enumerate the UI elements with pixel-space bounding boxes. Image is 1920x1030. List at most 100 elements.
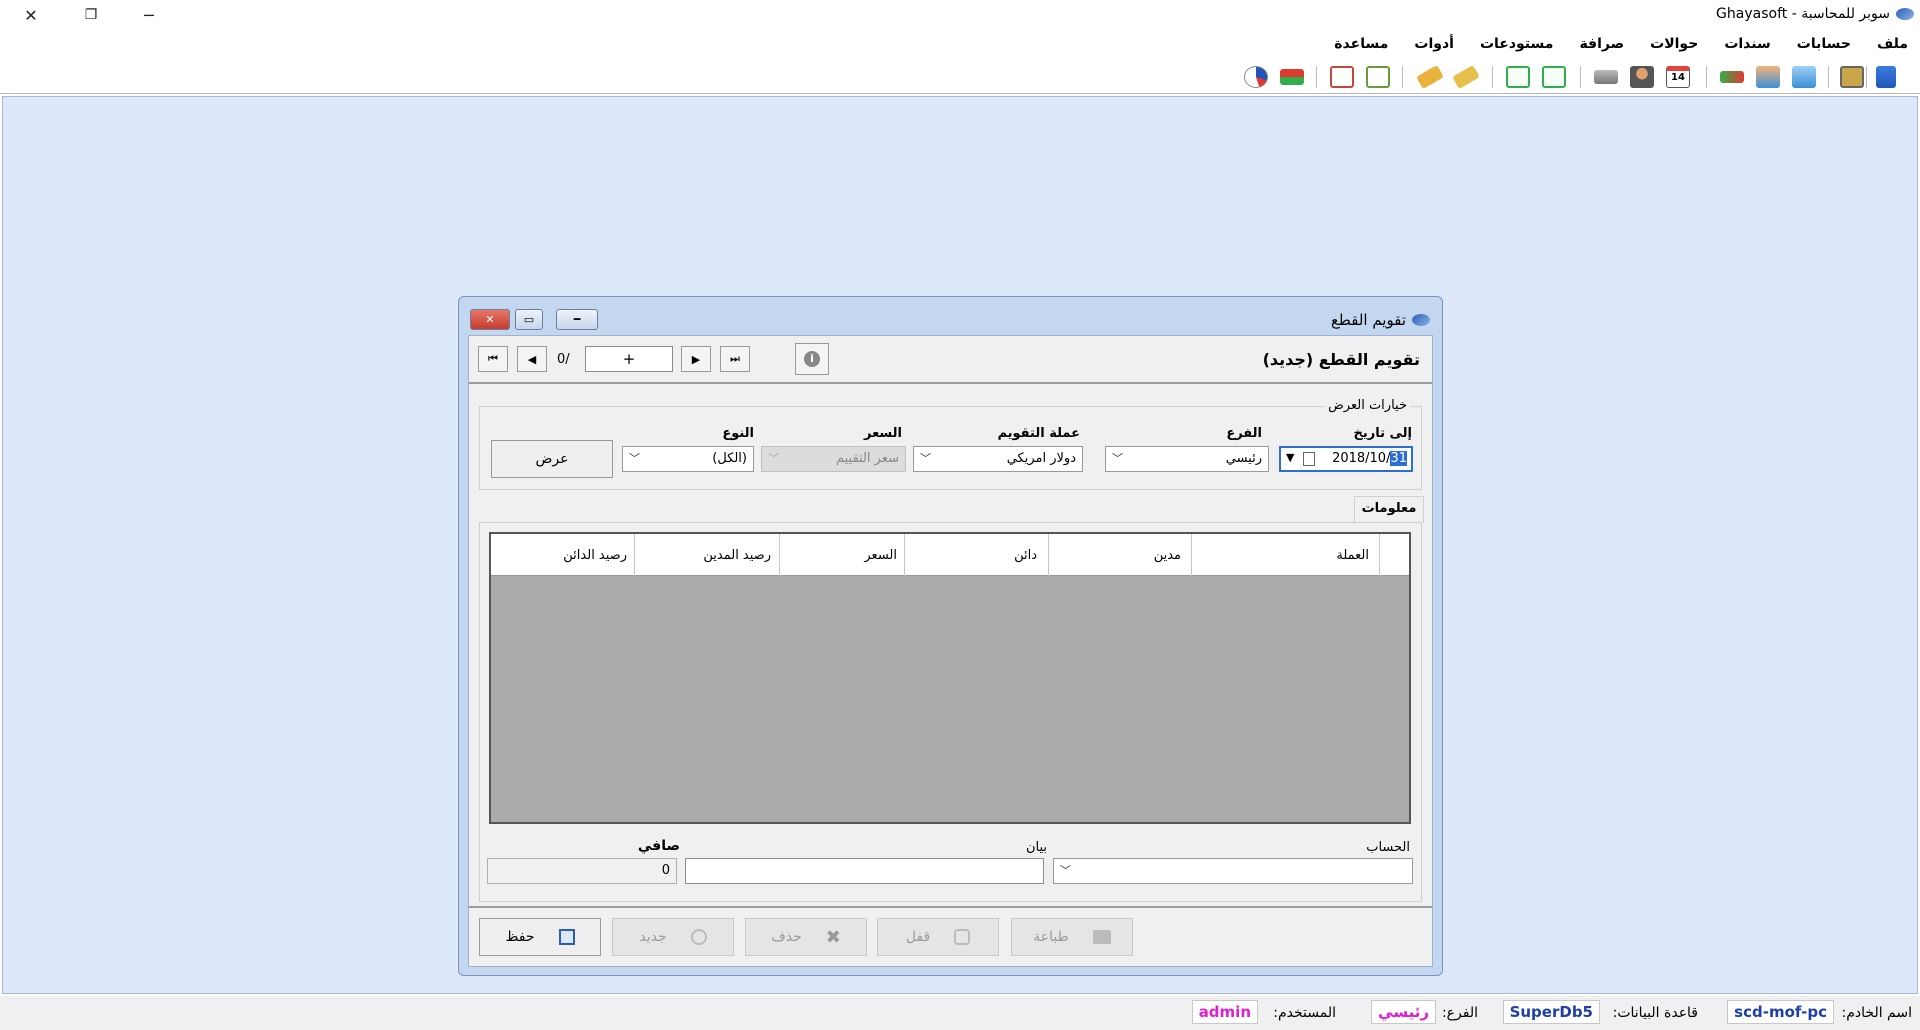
dialog-title: تقويم القطع bbox=[1331, 311, 1430, 329]
toolbar: 14 bbox=[0, 60, 1920, 94]
flags-icon[interactable] bbox=[1280, 69, 1304, 85]
cart-remove-icon[interactable] bbox=[1330, 66, 1354, 88]
currency-select[interactable]: دولار امريكي ﹀ bbox=[913, 446, 1083, 472]
app-logo-icon bbox=[1896, 8, 1914, 20]
record-number-input[interactable]: + bbox=[585, 346, 673, 372]
account-label: الحساب bbox=[1366, 840, 1410, 855]
menu-vouchers[interactable]: سندات bbox=[1724, 36, 1770, 52]
menu-bar: ملف حسابات سندات حوالات صرافة مستودعات أ… bbox=[0, 32, 1920, 56]
type-select-value: (الكل) bbox=[712, 451, 747, 466]
branch-label: الفرع bbox=[1226, 426, 1262, 441]
grid-column-separator bbox=[1379, 534, 1380, 576]
scales-icon[interactable] bbox=[1594, 70, 1618, 84]
first-record-button[interactable]: ⏮ bbox=[478, 346, 508, 372]
net-label: صافي bbox=[637, 838, 680, 854]
prev-record-button[interactable]: ◀ bbox=[517, 346, 547, 372]
chart-icon[interactable] bbox=[1244, 66, 1268, 88]
lock-icon bbox=[954, 929, 971, 945]
rate-label: السعر bbox=[864, 426, 902, 441]
grid-column-separator bbox=[1191, 534, 1192, 576]
toolbar-separator bbox=[1492, 66, 1493, 88]
import-icon[interactable] bbox=[1542, 66, 1566, 88]
calendar-icon[interactable]: 14 bbox=[1666, 66, 1690, 88]
column-credit[interactable]: دائن bbox=[1014, 548, 1037, 563]
date-dropdown-icon[interactable]: ▼ bbox=[1286, 451, 1294, 464]
statement-label: بيان bbox=[1025, 840, 1047, 855]
valuation-dialog: تقويم القطع ✕ ▭ ━ ⏮ ◀ 0/ + ▶ ⏭ i تقويم ا… bbox=[458, 296, 1443, 976]
user-icon[interactable] bbox=[1630, 66, 1654, 88]
chevron-down-icon: ﹀ bbox=[1112, 452, 1123, 465]
footer-divider bbox=[469, 906, 1432, 908]
column-debit[interactable]: مدين bbox=[1154, 548, 1181, 563]
tag-alt-icon[interactable] bbox=[1416, 64, 1444, 90]
upload-icon[interactable] bbox=[1756, 66, 1780, 88]
tree-icon[interactable] bbox=[1876, 66, 1896, 88]
dialog-body: ⏮ ◀ 0/ + ▶ ⏭ i تقويم القطع (جديد) خيارات… bbox=[468, 335, 1433, 967]
menu-help[interactable]: مساعدة bbox=[1334, 36, 1388, 52]
grid-column-separator bbox=[904, 534, 905, 576]
print-button-label: طباعة bbox=[1033, 929, 1069, 945]
server-value: scd-mof-pc bbox=[1727, 1000, 1834, 1024]
menu-transfers[interactable]: حوالات bbox=[1650, 36, 1698, 52]
toolbar-separator bbox=[1706, 66, 1707, 88]
to-date-label: إلى تاريخ bbox=[1353, 426, 1412, 441]
next-record-button[interactable]: ▶ bbox=[681, 346, 711, 372]
branch-select-value: رئيسي bbox=[1225, 451, 1262, 466]
dialog-minimize-button[interactable]: ━ bbox=[556, 309, 598, 330]
to-date-selected: 31 bbox=[1390, 451, 1407, 466]
rate-select-value: سعر التقييم bbox=[835, 451, 899, 466]
statement-input[interactable] bbox=[685, 858, 1044, 884]
toolbar-separator bbox=[1828, 66, 1829, 88]
column-currency[interactable]: العملة bbox=[1336, 548, 1369, 563]
tab-info[interactable]: معلومات bbox=[1354, 496, 1424, 523]
menu-exchange[interactable]: صرافة bbox=[1579, 36, 1624, 52]
print-button[interactable]: طباعة bbox=[1011, 918, 1133, 956]
account-select[interactable]: ﹀ bbox=[1053, 858, 1413, 884]
column-rate[interactable]: السعر bbox=[864, 548, 897, 563]
chevron-down-icon: ﹀ bbox=[768, 452, 779, 465]
show-button[interactable]: عرض bbox=[491, 440, 613, 478]
to-date-input[interactable]: ▼ 2018/10/31 bbox=[1279, 446, 1413, 472]
user-label: المستخدم: bbox=[1273, 1005, 1336, 1021]
last-record-button[interactable]: ⏭ bbox=[720, 346, 750, 372]
show-button-label: عرض bbox=[535, 451, 569, 467]
chevron-down-icon: ﹀ bbox=[1060, 864, 1071, 877]
menu-accounts[interactable]: حسابات bbox=[1797, 36, 1851, 52]
toolbar-separator bbox=[1316, 66, 1317, 88]
branch-status-value: رئيسي bbox=[1371, 1000, 1436, 1024]
close-window-button[interactable]: ✕ bbox=[8, 0, 54, 30]
transfer-icon[interactable] bbox=[1720, 71, 1744, 83]
menu-tools[interactable]: أدوات bbox=[1414, 36, 1454, 52]
tag-icon[interactable] bbox=[1452, 64, 1480, 90]
download-icon[interactable] bbox=[1792, 66, 1816, 88]
column-credit-balance[interactable]: رصيد الدائن bbox=[563, 548, 627, 563]
dialog-restore-button[interactable]: ▭ bbox=[515, 309, 543, 330]
delete-button[interactable]: ✖ حذف bbox=[745, 918, 867, 956]
branch-select[interactable]: رئيسي ﹀ bbox=[1105, 446, 1269, 472]
monitor-icon[interactable] bbox=[1840, 66, 1864, 88]
type-select[interactable]: (الكل) ﹀ bbox=[622, 446, 754, 472]
menu-file[interactable]: ملف bbox=[1877, 36, 1908, 52]
cart-icon[interactable] bbox=[1366, 66, 1390, 88]
lock-button[interactable]: قفل bbox=[877, 918, 999, 956]
menu-warehouses[interactable]: مستودعات bbox=[1480, 36, 1553, 52]
delete-icon: ✖ bbox=[825, 926, 841, 948]
restore-window-button[interactable]: ❐ bbox=[68, 0, 114, 30]
info-button[interactable]: i bbox=[795, 343, 829, 375]
rate-select[interactable]: سعر التقييم ﹀ bbox=[761, 446, 906, 472]
record-count: 0/ bbox=[557, 352, 570, 367]
date-checkbox[interactable] bbox=[1303, 452, 1315, 466]
export-icon[interactable] bbox=[1506, 66, 1530, 88]
new-button[interactable]: جديد bbox=[612, 918, 734, 956]
grid-column-separator bbox=[779, 534, 780, 576]
dialog-close-button[interactable]: ✕ bbox=[470, 309, 510, 330]
column-debit-balance[interactable]: رصيد المدين bbox=[703, 548, 771, 563]
chevron-down-icon: ﹀ bbox=[920, 452, 931, 465]
save-button[interactable]: حفظ bbox=[479, 918, 601, 956]
minimize-window-button[interactable]: ─ bbox=[126, 0, 172, 30]
user-value: admin bbox=[1191, 1000, 1258, 1024]
grid-column-separator bbox=[634, 534, 635, 576]
data-grid[interactable]: العملة مدين دائن السعر رصيد المدين رصيد … bbox=[489, 532, 1411, 824]
workspace: تقويم القطع ✕ ▭ ━ ⏮ ◀ 0/ + ▶ ⏭ i تقويم ا… bbox=[2, 96, 1918, 994]
to-date-value: 2018/10/ bbox=[1332, 451, 1391, 466]
